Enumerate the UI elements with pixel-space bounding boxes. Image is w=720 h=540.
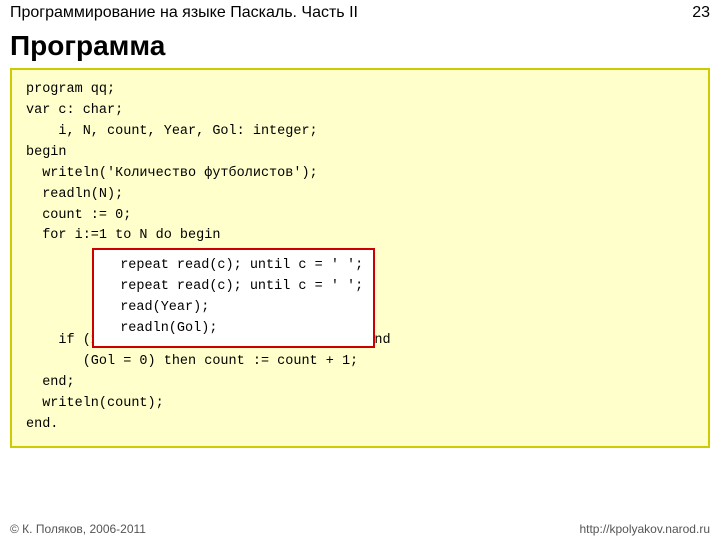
code-line-17: end. [26, 415, 694, 436]
page-number: 23 [692, 4, 710, 22]
code-line-1: program qq; [26, 80, 694, 101]
code-line-4: begin [26, 143, 694, 164]
page-title: Программа [0, 26, 720, 68]
code-line-5: writeln('Количество футболистов'); [26, 164, 694, 185]
code-area: program qq; var c: char; i, N, count, Ye… [10, 68, 710, 448]
website: http://kpolyakov.narod.ru [579, 522, 710, 536]
highlight-line-3: read(Year); [104, 298, 363, 319]
code-line-6: readln(N); [26, 185, 694, 206]
course-title: Программирование на языке Паскаль. Часть… [10, 4, 358, 22]
code-line-15: end; [26, 373, 694, 394]
top-bar: Программирование на языке Паскаль. Часть… [0, 0, 720, 26]
code-line-16: writeln(count); [26, 394, 694, 415]
code-line-3: i, N, count, Year, Gol: integer; [26, 122, 694, 143]
code-line-2: var c: char; [26, 101, 694, 122]
copyright: © К. Поляков, 2006-2011 [10, 522, 146, 536]
highlight-line-4: readln(Gol); [104, 319, 363, 340]
code-line-7: count := 0; [26, 206, 694, 227]
highlight-line-1: repeat read(c); until c = ' '; [104, 256, 363, 277]
highlight-box: repeat read(c); until c = ' '; repeat re… [92, 248, 375, 348]
code-line-8: for i:=1 to N do begin [26, 226, 694, 247]
bottom-bar: © К. Поляков, 2006-2011 http://kpolyakov… [0, 518, 720, 540]
code-line-14: (Gol = 0) then count := count + 1; [26, 352, 694, 373]
highlight-line-2: repeat read(c); until c = ' '; [104, 277, 363, 298]
